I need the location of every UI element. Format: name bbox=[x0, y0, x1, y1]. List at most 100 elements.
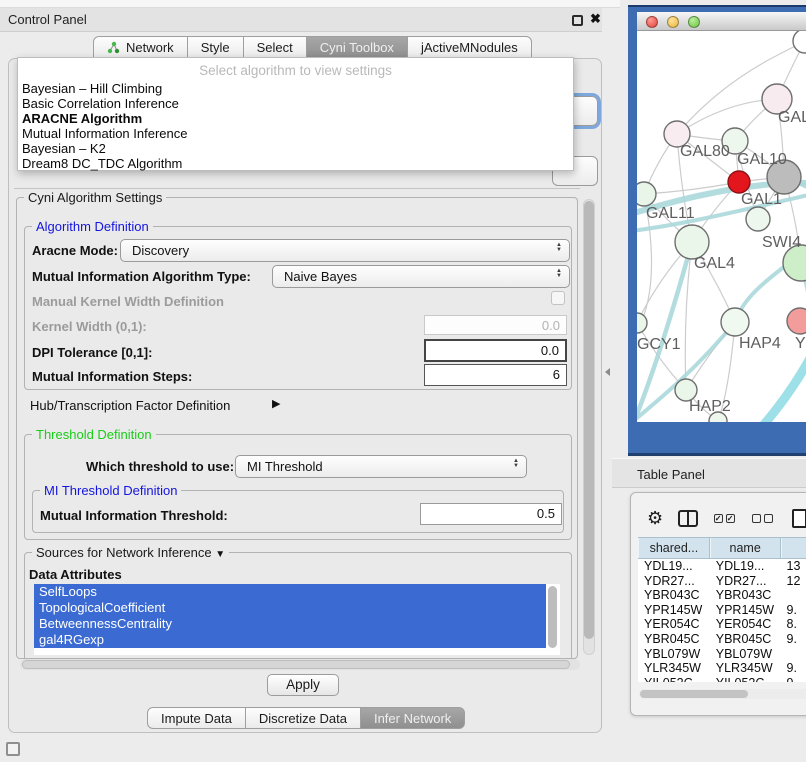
settings-vscroll-thumb[interactable] bbox=[584, 201, 594, 639]
close-icon[interactable]: ✖ bbox=[590, 11, 601, 27]
table-column-header[interactable] bbox=[781, 538, 806, 558]
table-column-header[interactable]: name bbox=[710, 538, 781, 558]
mi-steps-field[interactable]: 6 bbox=[424, 364, 567, 386]
deselect-all-columns-icon[interactable] bbox=[750, 514, 774, 523]
tab-cyni-toolbox[interactable]: Cyni Toolbox bbox=[307, 36, 408, 59]
algorithm-dropdown[interactable]: Select algorithm to view settings Bayesi… bbox=[17, 57, 574, 171]
network-node[interactable] bbox=[787, 308, 806, 334]
algorithm-option[interactable]: Mutual Information Inference bbox=[18, 126, 573, 141]
table-cell: 8. bbox=[781, 617, 806, 632]
combo-arrows-icon: ▲▼ bbox=[513, 459, 519, 469]
algorithm-option[interactable]: Basic Correlation Inference bbox=[18, 96, 573, 111]
data-attributes-list[interactable]: SelfLoopsTopologicalCoefficientBetweenne… bbox=[34, 584, 560, 655]
network-node[interactable] bbox=[637, 182, 656, 206]
table-row[interactable]: YBR045CYBR045C9. bbox=[638, 632, 806, 647]
table-row[interactable]: YBL079WYBL079W bbox=[638, 647, 806, 662]
table-row[interactable]: YPR145WYPR145W9. bbox=[638, 603, 806, 618]
tab-network-label: Network bbox=[126, 40, 174, 55]
network-node[interactable] bbox=[675, 225, 709, 259]
new-table-icon[interactable] bbox=[792, 509, 806, 528]
table-row[interactable]: YLR345WYLR345W9. bbox=[638, 661, 806, 676]
attributes-scrollbar[interactable] bbox=[548, 586, 557, 648]
aracne-mode-combobox[interactable]: Discovery ▲▼ bbox=[120, 239, 570, 262]
control-panel-titlebar: Control Panel ✖ bbox=[0, 8, 602, 32]
node-table: shared...name YDL19...YDL19...13YDR27...… bbox=[638, 537, 806, 682]
column-layout-icon[interactable] bbox=[678, 510, 698, 527]
network-canvas[interactable]: GALGAL80GAL10GAL1GAL11GAL4SWI4GCY1HAP4YH… bbox=[637, 31, 806, 422]
tab-style[interactable]: Style bbox=[188, 36, 244, 59]
table-toolbar: ⚙ ✓ ✓ bbox=[639, 503, 806, 533]
float-panel-icon[interactable] bbox=[572, 15, 583, 26]
table-cell: YBR045C bbox=[710, 632, 781, 647]
network-node[interactable] bbox=[746, 207, 770, 231]
algorithm-option[interactable]: Bayesian – K2 bbox=[18, 141, 573, 156]
network-node[interactable] bbox=[637, 313, 647, 333]
settings-horizontal-scrollbar[interactable] bbox=[20, 659, 580, 670]
table-horizontal-scrollbar[interactable] bbox=[639, 689, 806, 699]
table-column-header[interactable]: shared... bbox=[638, 538, 710, 558]
control-panel-title: Control Panel bbox=[8, 12, 87, 27]
tab-network[interactable]: Network bbox=[93, 36, 188, 59]
data-attribute-item[interactable]: TopologicalCoefficient bbox=[34, 600, 546, 616]
network-node-label: Y bbox=[795, 335, 806, 352]
table-cell: YPR145W bbox=[710, 603, 781, 618]
data-attribute-item[interactable]: BetweennessCentrality bbox=[34, 616, 546, 632]
tab-impute-data[interactable]: Impute Data bbox=[147, 707, 246, 729]
algorithm-option[interactable]: Bayesian – Hill Climbing bbox=[18, 81, 573, 96]
manual-kernel-label: Manual Kernel Width Definition bbox=[32, 294, 224, 309]
table-cell: YER054C bbox=[638, 617, 710, 632]
dpi-tolerance-field[interactable]: 0.0 bbox=[424, 339, 567, 362]
which-threshold-combobox[interactable]: MI Threshold ▲▼ bbox=[235, 455, 527, 478]
mi-type-combobox[interactable]: Naive Bayes ▲▼ bbox=[272, 265, 570, 288]
network-node[interactable] bbox=[793, 31, 806, 53]
sources-collapse-icon[interactable]: ▼ bbox=[215, 549, 225, 560]
table-cell: 12 bbox=[781, 574, 806, 589]
close-traffic-light[interactable] bbox=[646, 16, 658, 28]
table-row[interactable]: YBR043CYBR043C bbox=[638, 588, 806, 603]
screen: Control Panel ✖ Network Style Select Cyn… bbox=[0, 0, 806, 762]
select-all-columns-icon[interactable]: ✓ ✓ bbox=[712, 514, 736, 523]
tab-jactivemnodules[interactable]: jActiveMNodules bbox=[408, 36, 532, 59]
data-attribute-item[interactable]: gal4RGexp bbox=[34, 632, 546, 648]
table-row[interactable]: YDR27...YDR27...12 bbox=[638, 574, 806, 589]
table-row[interactable]: YDL19...YDL19...13 bbox=[638, 559, 806, 574]
apply-button[interactable]: Apply bbox=[267, 674, 339, 696]
manual-kernel-checkbox[interactable] bbox=[551, 291, 565, 305]
hub-definition-label: Hub/Transcription Factor Definition bbox=[30, 398, 230, 413]
table-row[interactable]: YIL052CYIL052C9 bbox=[638, 676, 806, 682]
algorithm-option[interactable]: Dream8 DC_TDC Algorithm bbox=[18, 156, 573, 171]
hub-expand-icon[interactable]: ▶ bbox=[272, 397, 280, 410]
table-body: YDL19...YDL19...13YDR27...YDR27...12YBR0… bbox=[638, 559, 806, 682]
network-node[interactable] bbox=[728, 171, 750, 193]
aracne-mode-label: Aracne Mode: bbox=[32, 243, 118, 258]
tab-select[interactable]: Select bbox=[244, 36, 307, 59]
network-node-label: GAL11 bbox=[646, 205, 695, 222]
gear-icon[interactable]: ⚙ bbox=[647, 508, 663, 529]
zoom-traffic-light[interactable] bbox=[688, 16, 700, 28]
network-node-label: GAL bbox=[778, 109, 806, 126]
which-threshold-label: Which threshold to use: bbox=[86, 459, 234, 474]
data-attribute-item[interactable]: SelfLoops bbox=[34, 584, 546, 600]
table-panel-title: Table Panel bbox=[637, 467, 705, 482]
collapsed-panel-icon[interactable] bbox=[6, 742, 20, 756]
mi-threshold-definition-title: MI Threshold Definition bbox=[40, 483, 181, 498]
settings-vertical-scrollbar[interactable] bbox=[583, 199, 595, 655]
mi-type-label: Mutual Information Algorithm Type: bbox=[32, 269, 251, 284]
mi-threshold-field[interactable]: 0.5 bbox=[420, 503, 562, 525]
mi-threshold-label: Mutual Information Threshold: bbox=[40, 508, 228, 523]
algorithm-option[interactable]: ARACNE Algorithm bbox=[18, 111, 573, 126]
table-hscroll-thumb[interactable] bbox=[640, 690, 748, 698]
settings-hscroll-thumb[interactable] bbox=[22, 660, 570, 669]
table-row[interactable]: YER054CYER054C8. bbox=[638, 617, 806, 632]
minimize-traffic-light[interactable] bbox=[667, 16, 679, 28]
kernel-width-field[interactable]: 0.0 bbox=[424, 315, 567, 335]
network-window-titlebar[interactable] bbox=[637, 12, 806, 31]
table-cell: YDL19... bbox=[638, 559, 710, 574]
tab-discretize-data[interactable]: Discretize Data bbox=[246, 707, 361, 729]
network-node-label: SWI4 bbox=[762, 234, 801, 251]
network-node[interactable] bbox=[721, 308, 749, 336]
tab-infer-network[interactable]: Infer Network bbox=[361, 707, 465, 729]
attr-items: SelfLoopsTopologicalCoefficientBetweenne… bbox=[34, 584, 560, 648]
splitpane-collapse-arrow[interactable] bbox=[605, 368, 610, 376]
network-node-label: GAL10 bbox=[737, 151, 787, 168]
